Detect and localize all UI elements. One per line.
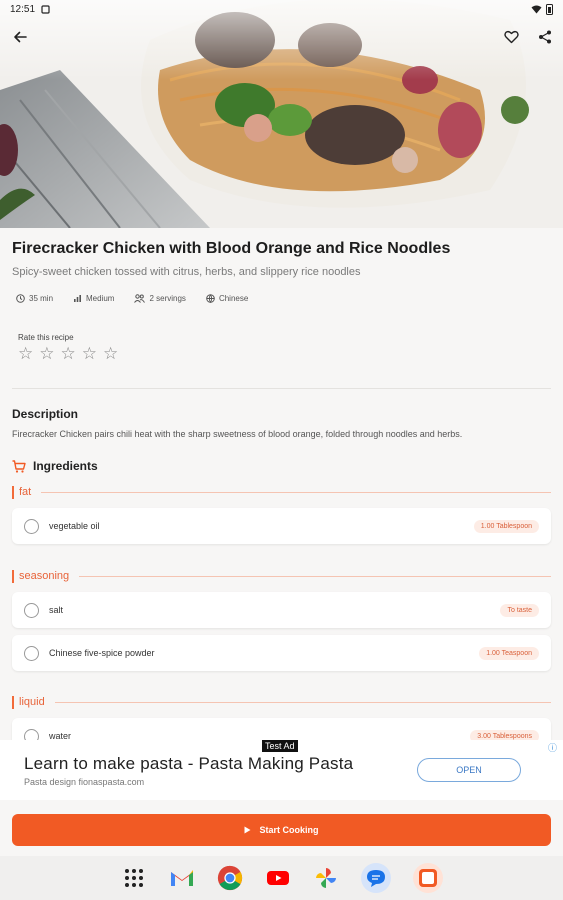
ingredient-checkbox[interactable] — [24, 728, 39, 740]
start-cooking-label: Start Cooking — [259, 825, 319, 835]
ingredient-checkbox[interactable] — [24, 602, 39, 618]
ad-subtitle: Pasta design fionaspasta.com — [24, 777, 145, 787]
favorite-button[interactable] — [500, 26, 522, 48]
ingredient-name: water — [49, 731, 72, 740]
ad-title[interactable]: Learn to make pasta - Pasta Making Pasta — [24, 754, 353, 774]
chrome-icon[interactable] — [217, 865, 243, 891]
star-icon[interactable]: ☆ — [18, 345, 33, 362]
recipe-content[interactable]: Firecracker Chicken with Blood Orange an… — [0, 228, 563, 740]
share-button[interactable] — [534, 26, 556, 48]
rating-stars[interactable]: ☆ ☆ ☆ ☆ ☆ — [18, 345, 118, 362]
ingredient-checkbox[interactable] — [24, 645, 39, 661]
rating-label: Rate this recipe — [18, 333, 74, 342]
meta-difficulty: Medium — [73, 294, 114, 303]
star-icon[interactable]: ☆ — [39, 345, 54, 362]
wifi-icon — [531, 5, 542, 13]
section-accent-bar — [12, 485, 14, 499]
meta-servings: 2 servings — [134, 294, 186, 303]
ingredient-item[interactable]: salt To taste — [12, 592, 551, 628]
star-icon[interactable]: ☆ — [103, 345, 118, 362]
section-divider — [54, 701, 551, 703]
section-accent-bar — [12, 569, 14, 583]
share-icon — [539, 30, 551, 44]
photos-icon[interactable] — [313, 865, 339, 891]
section-header-liquid: liquid — [12, 695, 551, 709]
section-header-seasoning: seasoning — [12, 569, 551, 583]
star-icon[interactable]: ☆ — [61, 345, 76, 362]
ingredient-quantity: 1.00 Tablespoon — [473, 519, 539, 533]
recipe-subtitle: Spicy-sweet chicken tossed with citrus, … — [12, 266, 361, 278]
description-text: Firecracker Chicken pairs chili heat wit… — [12, 429, 463, 439]
section-label: seasoning — [19, 570, 70, 582]
globe-icon — [206, 294, 215, 303]
ingredient-item[interactable]: water 3.00 Tablespoons — [12, 718, 551, 740]
ingredient-name: Chinese five-spice powder — [49, 648, 155, 658]
battery-icon — [546, 3, 553, 15]
ingredient-name: salt — [49, 605, 64, 615]
recipe-title: Firecracker Chicken with Blood Orange an… — [12, 240, 451, 257]
ad-tag: Test Ad — [262, 740, 298, 752]
apps-grid-icon[interactable] — [121, 865, 147, 891]
ingredient-quantity: To taste — [500, 603, 539, 617]
divider — [12, 388, 551, 389]
recipe-app-icon[interactable] — [412, 863, 443, 893]
back-arrow-icon — [14, 31, 27, 43]
ingredient-checkbox[interactable] — [24, 518, 39, 534]
heart-icon — [503, 30, 519, 44]
recipe-meta: 35 min Medium 2 servings Chinese — [16, 294, 248, 303]
notification-icon — [41, 4, 50, 14]
ad-banner[interactable]: Test Ad ⓘ Learn to make pasta - Pasta Ma… — [0, 740, 563, 800]
ad-open-button[interactable]: OPEN — [417, 758, 521, 782]
section-divider — [79, 575, 551, 577]
description-heading: Description — [12, 407, 79, 421]
messages-icon[interactable] — [360, 863, 391, 893]
ingredients-heading: Ingredients — [12, 459, 98, 473]
status-bar: 12:51 — [0, 0, 563, 18]
clock-icon — [16, 294, 25, 303]
section-divider — [41, 491, 551, 493]
gmail-icon[interactable] — [169, 865, 195, 891]
star-icon[interactable]: ☆ — [82, 345, 97, 362]
section-accent-bar — [12, 695, 14, 709]
recipe-hero-image — [0, 0, 563, 228]
play-icon — [244, 826, 251, 834]
meta-cuisine: Chinese — [206, 294, 248, 303]
section-label: fat — [19, 486, 32, 498]
section-header-fat: fat — [12, 485, 551, 499]
cart-icon — [12, 459, 26, 473]
bar-chart-icon — [74, 295, 82, 302]
app-dock — [0, 856, 563, 900]
ingredient-item[interactable]: Chinese five-spice powder 1.00 Teaspoon — [12, 635, 551, 671]
section-label: liquid — [19, 696, 45, 708]
start-cooking-button[interactable]: Start Cooking — [12, 814, 551, 846]
status-time: 12:51 — [10, 3, 36, 15]
youtube-icon[interactable] — [265, 865, 291, 891]
meta-time: 35 min — [16, 294, 53, 303]
people-icon — [134, 294, 146, 303]
back-button[interactable] — [9, 26, 31, 48]
ingredient-name: vegetable oil — [49, 521, 100, 531]
ad-info-icon[interactable]: ⓘ — [548, 741, 557, 754]
ingredient-quantity: 1.00 Teaspoon — [479, 646, 539, 660]
ingredient-item[interactable]: vegetable oil 1.00 Tablespoon — [12, 508, 551, 544]
ingredient-quantity: 3.00 Tablespoons — [470, 729, 539, 740]
